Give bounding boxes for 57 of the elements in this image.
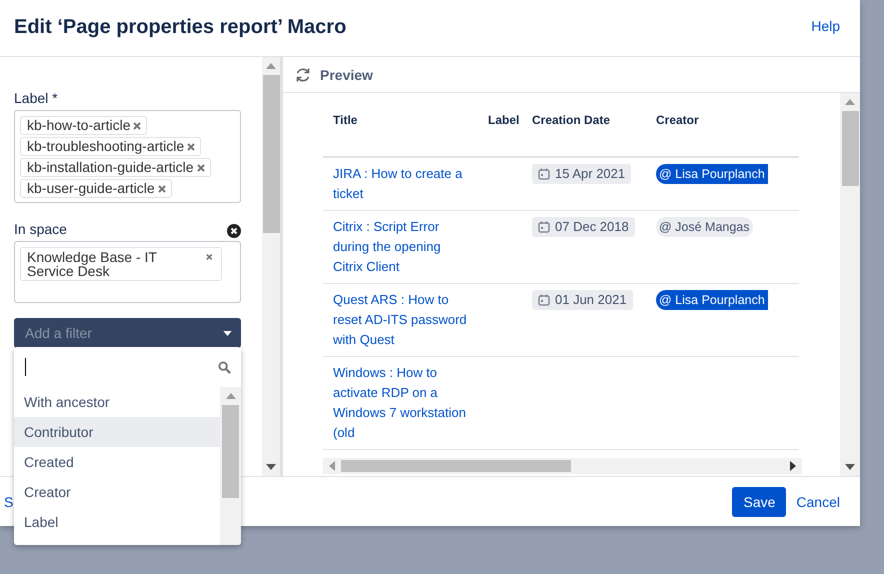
calendar-icon bbox=[538, 221, 550, 233]
field-label: Label * bbox=[14, 90, 59, 106]
scrollbar-thumb[interactable] bbox=[262, 75, 280, 233]
column-header: Label bbox=[488, 113, 520, 127]
scroll-up-icon[interactable] bbox=[226, 393, 236, 399]
filter-option[interactable]: With ancestor bbox=[14, 387, 220, 417]
remove-icon[interactable] bbox=[196, 164, 205, 172]
filter-option[interactable]: Created bbox=[14, 447, 220, 477]
scroll-up-icon[interactable] bbox=[266, 63, 276, 69]
label-tag: kb-troubleshooting-article bbox=[20, 137, 202, 156]
cancel-link[interactable]: Cancel bbox=[796, 494, 840, 510]
user-mention[interactable]: @ José Mangas bbox=[656, 217, 753, 237]
page-link[interactable]: Quest ARS : How to reset AD-ITS password with Quest bbox=[333, 290, 473, 350]
filter-option[interactable]: Creator bbox=[14, 477, 220, 507]
save-button[interactable]: Save bbox=[732, 486, 786, 516]
label-tag: kb-how-to-article bbox=[20, 116, 148, 135]
clear-icon[interactable] bbox=[227, 224, 241, 238]
scroll-down-icon[interactable] bbox=[266, 464, 276, 470]
calendar-icon bbox=[538, 294, 550, 306]
page-link[interactable]: Windows : How to activate RDP on a Windows 7 workstation (old bbox=[333, 363, 473, 443]
filter-option[interactable]: Contributor bbox=[14, 417, 220, 447]
label-tag: kb-installation-guide-article bbox=[20, 158, 211, 177]
remove-icon[interactable] bbox=[187, 142, 196, 150]
calendar-icon bbox=[538, 168, 550, 180]
date-lozenge: 01 Jun 2021 bbox=[532, 290, 633, 310]
remove-icon[interactable] bbox=[133, 122, 142, 130]
space-field[interactable]: Knowledge Base - IT Service Desk bbox=[14, 241, 241, 303]
scroll-down-icon[interactable] bbox=[845, 464, 855, 470]
date-lozenge: 15 Apr 2021 bbox=[532, 164, 632, 184]
page-link[interactable]: Citrix : Script Error during the opening Citrix Client bbox=[333, 217, 473, 277]
scroll-right-icon[interactable] bbox=[790, 461, 796, 471]
footer-link[interactable]: S bbox=[4, 494, 14, 510]
preview-title: Preview bbox=[320, 66, 373, 82]
search-icon bbox=[218, 360, 231, 374]
scrollbar-thumb[interactable] bbox=[842, 111, 858, 186]
column-header: Title bbox=[333, 113, 358, 127]
field-label: In space bbox=[14, 221, 67, 237]
page-link[interactable]: JIRA : How to create a ticket bbox=[333, 164, 473, 204]
date-lozenge: 07 Dec 2018 bbox=[532, 217, 635, 237]
label-tag: kb-user-guide-article bbox=[20, 179, 172, 198]
user-mention[interactable]: @ Lisa Pourplanch bbox=[656, 290, 768, 310]
refresh-icon[interactable] bbox=[295, 66, 311, 82]
column-header: Creator bbox=[656, 113, 699, 127]
column-header: Creation Date bbox=[532, 113, 610, 127]
scroll-left-icon[interactable] bbox=[329, 461, 335, 471]
filter-option[interactable]: Label bbox=[14, 507, 220, 537]
help-link[interactable]: Help bbox=[811, 18, 840, 34]
remove-icon[interactable] bbox=[206, 253, 213, 261]
scrollbar-thumb[interactable] bbox=[222, 405, 239, 498]
remove-icon[interactable] bbox=[158, 184, 166, 192]
user-mention[interactable]: @ Lisa Pourplanch bbox=[656, 164, 768, 184]
scroll-up-icon[interactable] bbox=[845, 99, 855, 105]
dialog-title: Edit ‘Page properties report’ Macro bbox=[14, 16, 346, 39]
space-tag: Knowledge Base - IT Service Desk bbox=[20, 247, 222, 281]
label-field[interactable]: kb-how-to-article kb-troubleshooting-article kb-installation-guide-article kb-user-guide-article bbox=[14, 110, 241, 203]
scrollbar-thumb[interactable] bbox=[341, 460, 571, 472]
caret-icon bbox=[223, 330, 232, 336]
